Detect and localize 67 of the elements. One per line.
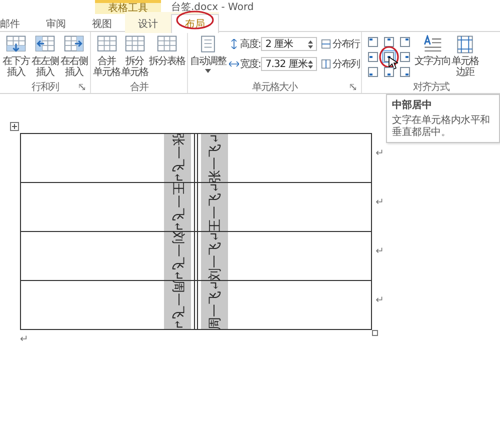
ribbon-button[interactable]: 分布列 — [321, 57, 360, 71]
ribbon-button[interactable]: 文字方向 — [414, 35, 450, 67]
ribbon-button[interactable]: 在下方插入 — [2, 35, 30, 78]
row-end-mark: ↵ — [376, 246, 384, 257]
tooltip-title: 中部居中 — [392, 98, 433, 112]
table-icon — [156, 35, 178, 54]
paragraph-mark: ↵ — [20, 334, 28, 345]
spinner-icon — [308, 60, 314, 68]
group-label: 对齐方式 — [413, 80, 450, 94]
ribbon-tab[interactable]: 审阅 — [33, 15, 79, 33]
autofit-button[interactable]: 自动调整 — [190, 35, 226, 73]
align-icon — [400, 37, 410, 47]
group-label: 行和列 — [32, 80, 58, 94]
caret-icon — [205, 69, 211, 73]
table-icon — [63, 35, 85, 54]
ribbon-tab[interactable]: 邮件 — [0, 15, 33, 33]
field-label: 高度: — [240, 38, 260, 51]
input-field[interactable]: 2 厘米 — [261, 37, 318, 51]
align-icon — [400, 67, 410, 77]
rotated-name-text: 刘一飞↵ — [206, 231, 224, 281]
rotated-name-text: 张一飞↵ — [206, 133, 224, 183]
align-icon — [400, 52, 410, 62]
table-icon — [34, 35, 56, 54]
ribbon-tab[interactable]: 视图 — [79, 15, 125, 33]
field-label: 宽度: — [240, 58, 260, 71]
ribbon-button[interactable]: 拆分 单元格 — [121, 35, 148, 78]
table-icon — [96, 35, 118, 54]
table-move-handle-icon[interactable] — [10, 122, 19, 131]
resize-icon — [229, 59, 239, 69]
table-resize-handle-icon[interactable] — [372, 330, 378, 336]
group-label: 单元格大小 — [252, 80, 298, 94]
window-title: 台签.docx - Word — [171, 2, 254, 14]
rotated-name-text: 王一飞↵ — [168, 182, 184, 232]
launcher-icon[interactable] — [79, 84, 85, 90]
cursor-icon — [388, 56, 398, 70]
ribbon-button[interactable]: 单元格 边距 — [451, 35, 478, 78]
ribbon-button[interactable]: 在左侧插入 — [31, 35, 59, 78]
ribbon-button[interactable]: 分布行 — [321, 37, 360, 51]
align-button[interactable] — [382, 65, 396, 78]
ribbon-button[interactable]: 在右侧插入 — [60, 35, 88, 78]
table-icon — [124, 35, 146, 54]
rotated-name-text: 刘一飞↵ — [168, 231, 186, 281]
row-end-mark: ↵ — [376, 148, 384, 159]
rotated-name-text: 周一飞↵ — [168, 280, 186, 330]
rotated-name-text: 王一飞↵ — [206, 182, 224, 232]
rotated-name-text: 周一飞↵ — [206, 280, 224, 330]
align-icon — [384, 37, 394, 47]
input-field[interactable]: 7.32 厘米 — [261, 57, 318, 71]
align-icon — [384, 67, 394, 77]
spinner-icon — [308, 40, 314, 48]
grid-icon — [321, 59, 332, 69]
grid-icon — [321, 39, 332, 49]
text-direction-icon — [421, 35, 444, 54]
rotated-name-text: 张一飞↵ — [168, 133, 186, 183]
context-tab-label: 表格工具 — [95, 0, 161, 14]
group-label: 合并 — [130, 80, 148, 94]
row-end-mark: ↵ — [376, 197, 384, 208]
resize-icon — [229, 39, 239, 49]
tooltip-text: 文字在单元格内水平和垂直都居中。 — [392, 115, 492, 139]
align-icon — [368, 37, 378, 47]
table-icon — [5, 35, 27, 54]
align-icon — [368, 52, 378, 62]
ribbon-button[interactable]: 合并 单元格 — [93, 35, 120, 78]
ribbon-button[interactable]: 拆分表格 — [149, 35, 185, 67]
launcher-icon[interactable] — [350, 84, 356, 90]
align-icon — [368, 67, 378, 77]
row-end-mark: ↵ — [376, 295, 384, 306]
